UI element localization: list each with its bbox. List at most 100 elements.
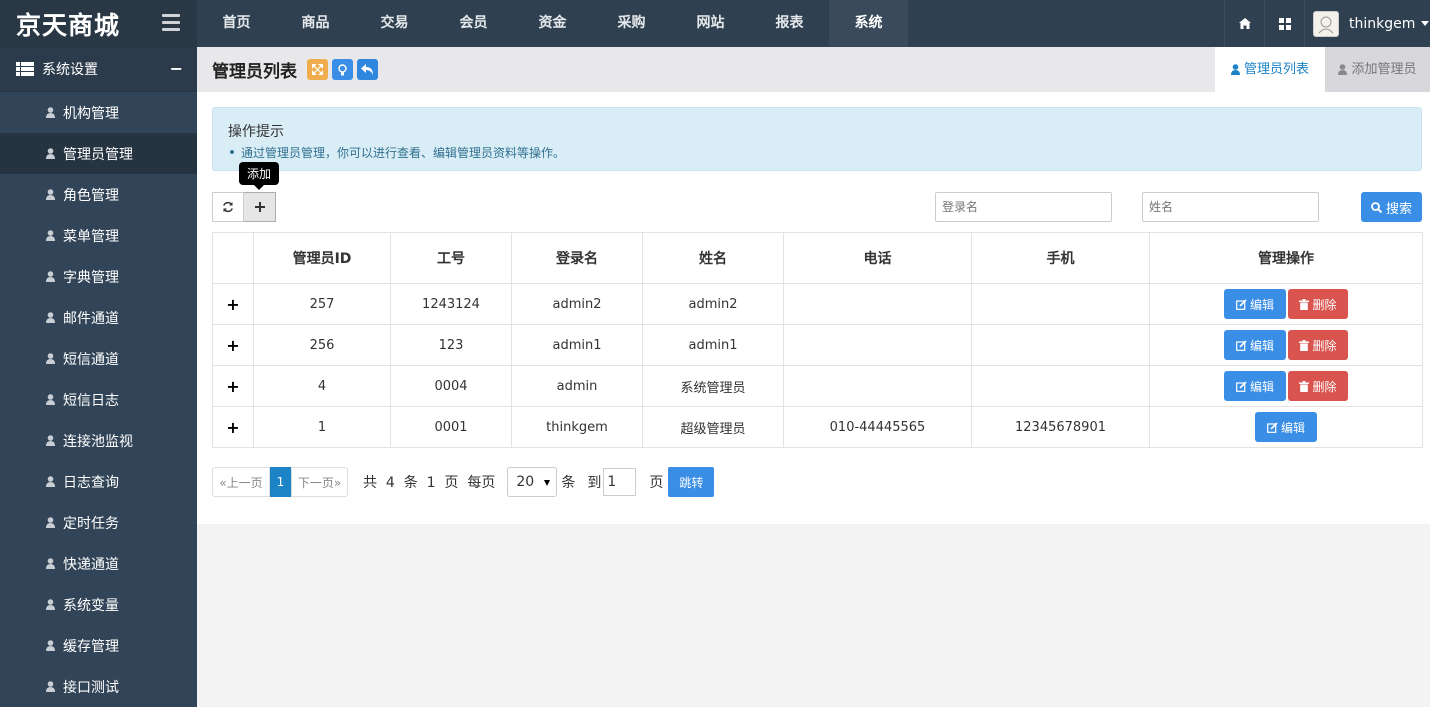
nav-item[interactable]: 商品 (276, 0, 355, 47)
sidebar-item[interactable]: 邮件通道 (0, 297, 197, 338)
delete-button[interactable]: 删除 (1288, 330, 1348, 360)
table-row: +1 0001 thinkgem 超级管理员 010-44445565 123456789… (212, 406, 1423, 448)
sidebar-item[interactable]: 机构管理 (0, 92, 197, 133)
expand-cell[interactable]: + (212, 324, 254, 366)
sidebar-item[interactable]: 菜单管理 (0, 215, 197, 256)
edit-button[interactable]: 编辑 (1224, 330, 1286, 360)
expand-icon[interactable]: + (226, 377, 239, 396)
edit-button[interactable]: 编辑 (1224, 371, 1286, 401)
sidebar-item[interactable]: 快递通道 (0, 543, 197, 584)
pager-goto-label: 到 (587, 475, 602, 491)
sidebar-item-label: 短信日志 (63, 392, 119, 409)
edit-label: 编辑 (1249, 379, 1274, 394)
sidebar-item[interactable]: 连接池监视 (0, 420, 197, 461)
prev-page-button[interactable]: «上一页 (212, 467, 270, 497)
nav-item[interactable]: 报表 (750, 0, 829, 47)
delete-label: 删除 (1312, 338, 1337, 353)
sidebar-item[interactable]: 管理员管理 (0, 133, 197, 174)
nav-item[interactable]: 资金 (513, 0, 592, 47)
column-header (212, 232, 254, 284)
content-header: 管理员列表 管理员列表 添加管理员 (197, 47, 1430, 92)
nav-item[interactable]: 会员 (434, 0, 513, 47)
content-panel: 操作提示 通过管理员管理，你可以进行查看、编辑管理员资料等操作。 添加 搜索 管… (197, 92, 1430, 524)
nav-item[interactable]: 采购 (592, 0, 671, 47)
edit-button[interactable]: 编辑 (1224, 289, 1286, 319)
fullscreen-button[interactable] (307, 59, 328, 80)
nav-item[interactable]: 交易 (355, 0, 434, 47)
avatar-figure-icon (1318, 16, 1334, 33)
sidebar-item[interactable]: 系统变量 (0, 584, 197, 625)
cell-no: 0004 (390, 365, 512, 407)
sidebar-item[interactable]: 短信日志 (0, 379, 197, 420)
tab-add-admin[interactable]: 添加管理员 (1325, 47, 1430, 92)
search-button[interactable]: 搜索 (1361, 192, 1422, 222)
add-button[interactable] (244, 192, 276, 222)
user-icon (46, 353, 55, 364)
sidebar-item-label: 缓存管理 (63, 638, 119, 655)
expand-icon[interactable]: + (226, 295, 239, 314)
sidebar-item[interactable]: 角色管理 (0, 174, 197, 215)
user-icon (46, 107, 55, 118)
edit-icon (1267, 421, 1278, 433)
cell-login: admin1 (511, 324, 643, 366)
back-button[interactable] (357, 59, 378, 80)
nav-item[interactable]: 系统 (829, 0, 908, 47)
sidebar-item[interactable]: 短信通道 (0, 338, 197, 379)
login-name-input[interactable] (935, 192, 1112, 222)
delete-button[interactable]: 删除 (1288, 371, 1348, 401)
expand-cell[interactable]: + (212, 283, 254, 325)
name-input[interactable] (1142, 192, 1319, 222)
nav-item[interactable]: 网站 (671, 0, 750, 47)
table-header-row: 管理员ID 工号 登录名 姓名 电话 手机 管理操作 (212, 232, 1423, 284)
edit-button[interactable]: 编辑 (1255, 412, 1317, 442)
search-button-label: 搜索 (1385, 201, 1412, 217)
cell-name: 系统管理员 (642, 365, 784, 407)
sidebar-section-header[interactable]: 系统设置 − (0, 47, 197, 92)
alert-title: 操作提示 (228, 124, 284, 140)
menu-toggle-icon[interactable] (162, 14, 180, 32)
main-content: 管理员列表 管理员列表 添加管理员 操作提示 通过管理员管理，你可以进行查看、编… (197, 47, 1430, 707)
edit-label: 编辑 (1280, 420, 1305, 435)
user-icon (46, 640, 55, 651)
goto-page-input[interactable]: 1 (603, 468, 637, 496)
tab-admin-list[interactable]: 管理员列表 (1215, 47, 1325, 92)
user-menu[interactable]: thinkgem (1304, 0, 1430, 47)
nav-item[interactable]: 首页 (197, 0, 276, 47)
page-size-select[interactable]: 20 (507, 467, 558, 497)
jump-button[interactable]: 跳转 (668, 467, 715, 497)
column-header: 登录名 (511, 232, 643, 284)
column-header: 电话 (783, 232, 972, 284)
user-icon (46, 681, 55, 692)
sidebar-item-label: 角色管理 (63, 187, 119, 204)
chevron-down-icon (1421, 21, 1430, 26)
cell-id: 256 (253, 324, 391, 366)
sidebar-item[interactable]: 定时任务 (0, 502, 197, 543)
home-button[interactable] (1224, 0, 1264, 47)
sidebar-item[interactable]: 缓存管理 (0, 625, 197, 666)
next-page-button[interactable]: 下一页» (291, 467, 348, 497)
collapse-icon[interactable]: − (170, 59, 183, 78)
page-title: 管理员列表 (212, 62, 297, 82)
cell-name: admin2 (642, 283, 784, 325)
sidebar-item[interactable]: 日志查询 (0, 461, 197, 502)
sidebar-item[interactable]: 字典管理 (0, 256, 197, 297)
apps-button[interactable] (1264, 0, 1304, 47)
sidebar-item[interactable]: 接口测试 (0, 666, 197, 707)
sidebar-item-label: 短信通道 (63, 351, 119, 368)
refresh-button[interactable] (212, 192, 244, 222)
current-page[interactable]: 1 (270, 467, 291, 497)
cell-phone (783, 365, 972, 407)
column-header: 工号 (390, 232, 512, 284)
cell-mobile (971, 283, 1150, 325)
expand-icon (312, 64, 323, 75)
expand-cell[interactable]: + (212, 365, 254, 407)
expand-icon[interactable]: + (226, 336, 239, 355)
sidebar-item-label: 日志查询 (63, 474, 119, 491)
brand-name: 京天商城 (16, 10, 121, 40)
help-button[interactable] (332, 59, 353, 80)
page-size-value: 20 (516, 474, 535, 490)
expand-cell[interactable]: + (212, 406, 254, 448)
expand-icon[interactable]: + (226, 418, 239, 437)
delete-button[interactable]: 删除 (1288, 289, 1348, 319)
pagination: «上一页 1 下一页» 共 4 条 1 页 每页 20 条 到 1 页 跳转 (212, 467, 715, 497)
